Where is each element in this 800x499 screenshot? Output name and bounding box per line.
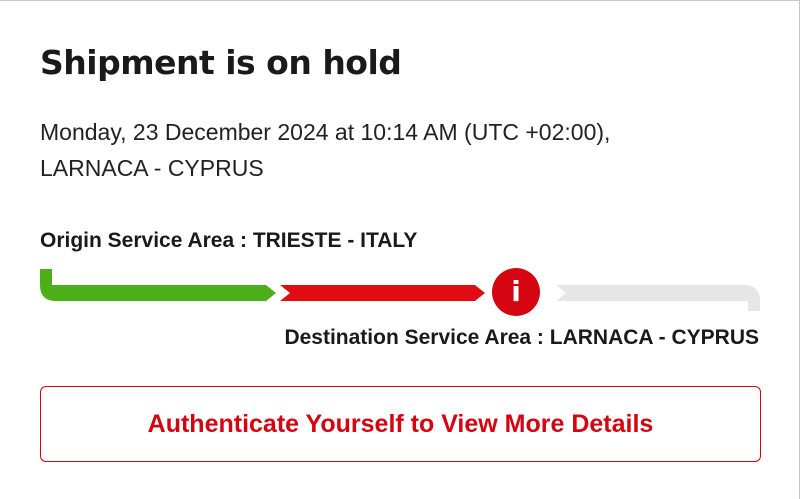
origin-label: Origin Service Area : [40, 229, 253, 252]
destination-value: LARNACA - CYPRUS [549, 326, 759, 349]
shipment-progress-bar [40, 269, 760, 311]
authenticate-button[interactable]: Authenticate Yourself to View More Detai… [40, 386, 761, 462]
shipment-status-card: Shipment is on hold Monday, 23 December … [0, 0, 800, 499]
destination-service-area: Destination Service Area : LARNACA - CYP… [284, 326, 759, 350]
origin-value: TRIESTE - ITALY [252, 229, 418, 252]
progress-segment-on-hold [280, 285, 485, 301]
info-alert-icon: i [492, 268, 540, 316]
status-datetime: Monday, 23 December 2024 at 10:14 AM (UT… [40, 119, 611, 145]
status-title: Shipment is on hold [40, 43, 402, 82]
authenticate-button-label: Authenticate Yourself to View More Detai… [147, 409, 654, 438]
origin-service-area: Origin Service Area : TRIESTE - ITALY [40, 229, 417, 253]
status-location: LARNACA - CYPRUS [40, 155, 264, 181]
destination-label: Destination Service Area : [284, 326, 550, 349]
progress-segment-complete [40, 269, 276, 301]
alert-symbol: i [511, 275, 521, 308]
progress-segment-pending [556, 285, 760, 311]
